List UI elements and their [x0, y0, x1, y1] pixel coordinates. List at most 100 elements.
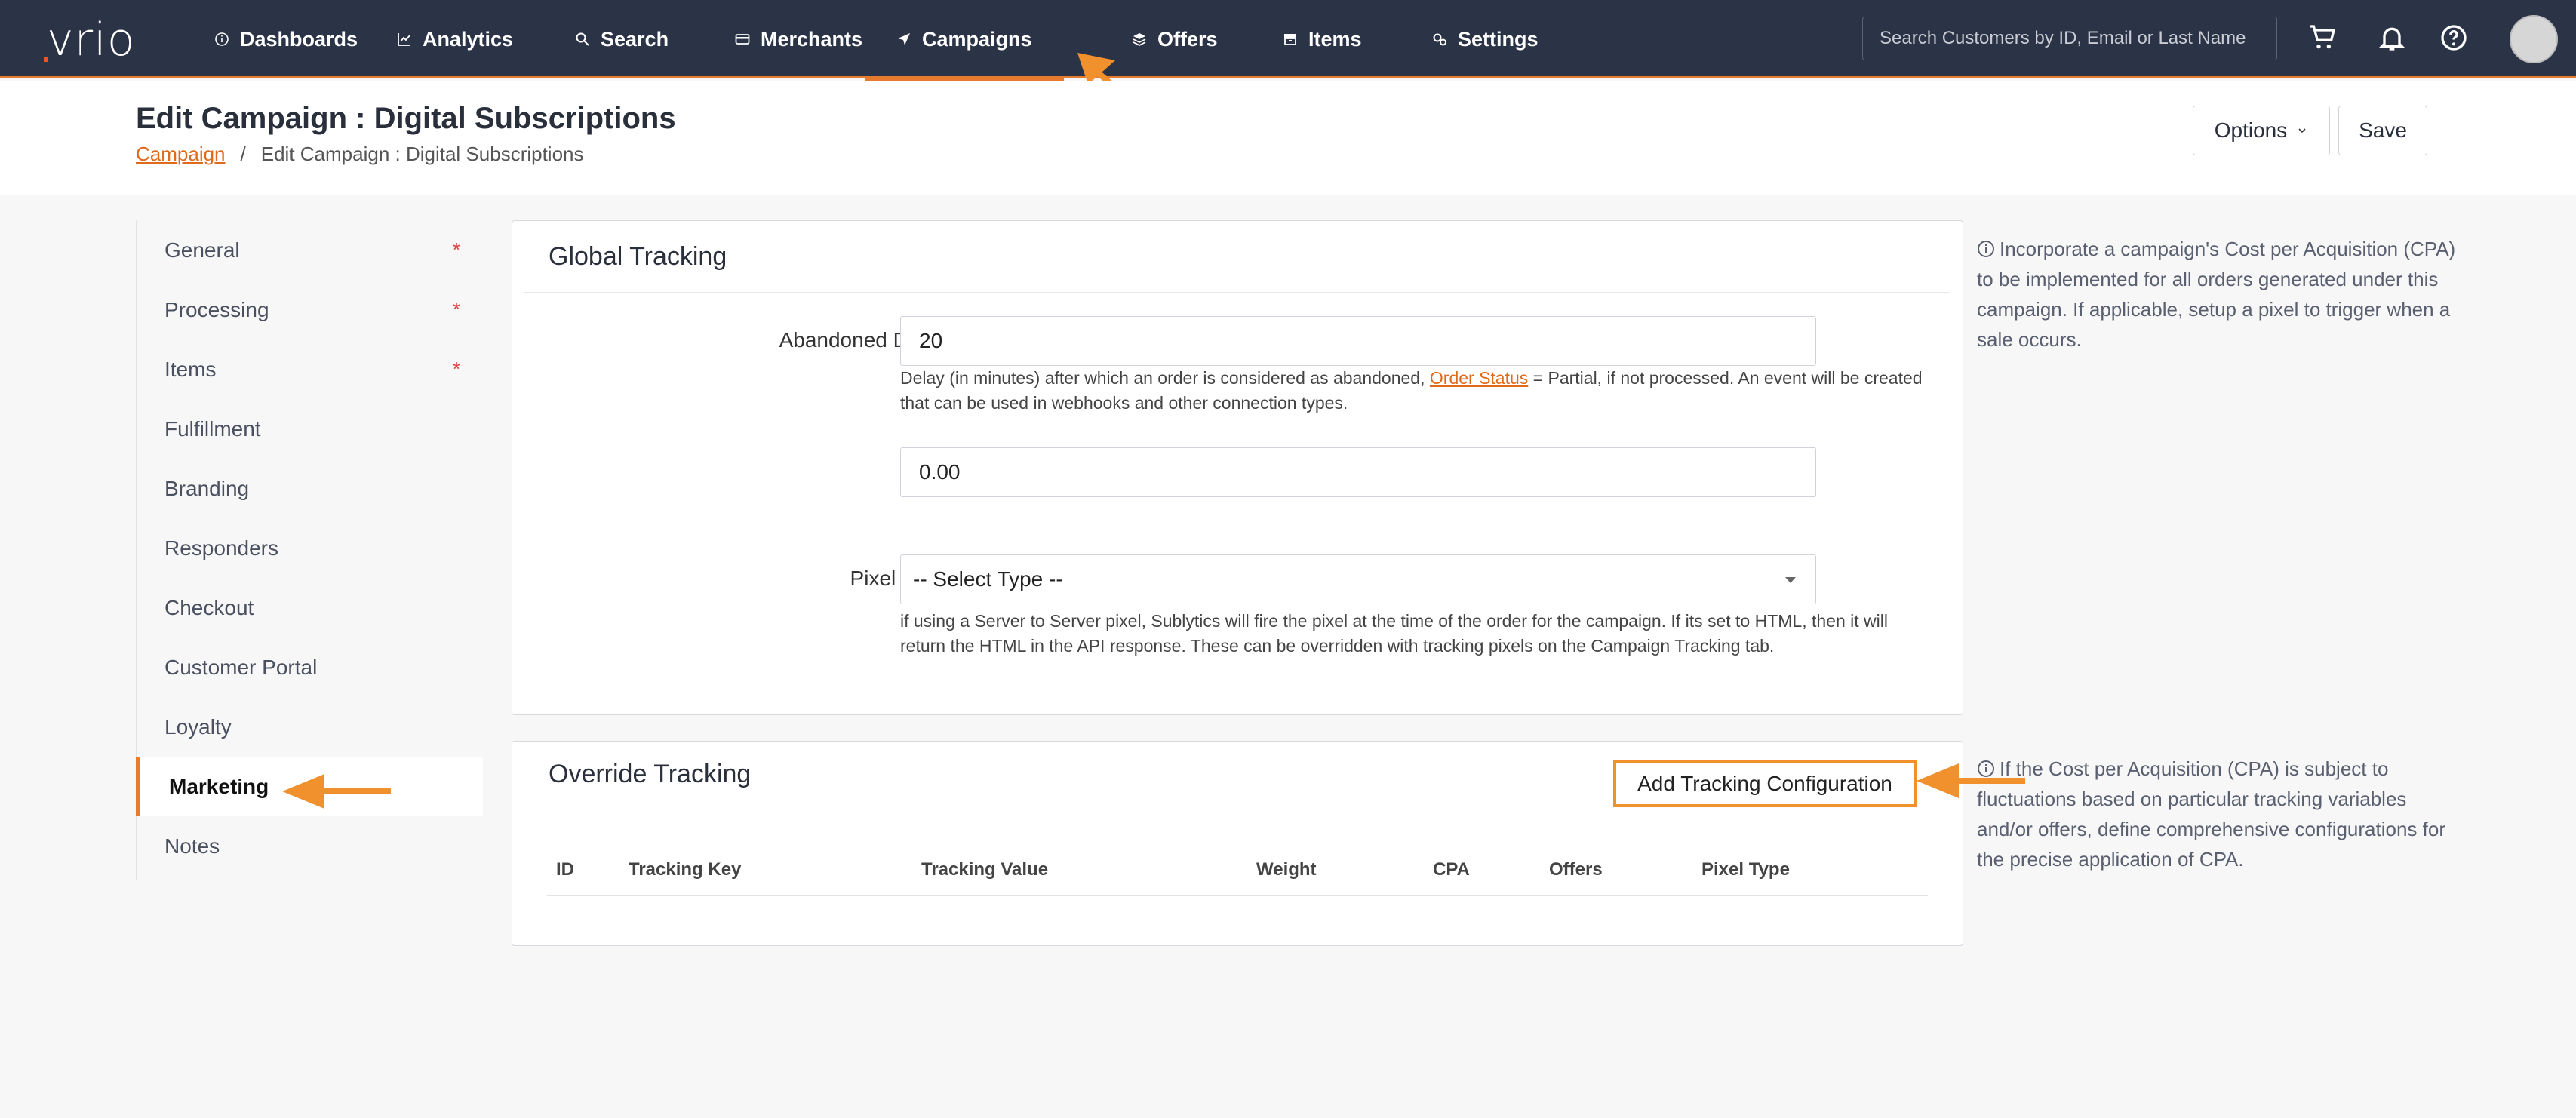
nav-merchants[interactable]: Merchants	[735, 0, 862, 78]
column-header-id[interactable]: ID	[556, 859, 574, 880]
nav-settings[interactable]: Settings	[1432, 0, 1539, 78]
breadcrumb-current: Edit Campaign : Digital Subscriptions	[260, 143, 584, 165]
sidebar-item-label: Items	[164, 357, 217, 381]
top-nav: vrio Dashboards Analytics Search Merchan…	[0, 0, 2576, 81]
caret-down-icon	[1785, 577, 1796, 583]
column-header-weight[interactable]: Weight	[1256, 859, 1317, 880]
options-label: Options	[2214, 118, 2288, 142]
order-status-link[interactable]: Order Status	[1430, 368, 1528, 388]
help-text-before: Delay (in minutes) after which an order …	[900, 368, 1430, 388]
page-title: Edit Campaign : Digital Subscriptions	[136, 102, 676, 135]
sidebar-item-label: General	[164, 238, 240, 262]
column-header-offers[interactable]: Offers	[1549, 859, 1603, 880]
abandoned-delay-help: Delay (in minutes) after which an order …	[900, 366, 1934, 416]
line-chart-icon	[398, 33, 410, 46]
nav-label: Merchants	[761, 27, 863, 51]
sidebar-item-label: Marketing	[169, 774, 269, 798]
nav-label: Campaigns	[922, 27, 1032, 51]
cpa-value: 0.00	[919, 460, 961, 484]
add-tracking-configuration-button[interactable]: Add Tracking Configuration	[1613, 760, 1917, 807]
options-button[interactable]: Options	[2193, 106, 2330, 155]
info-circle-icon	[215, 32, 229, 46]
customer-search-input[interactable]	[1862, 17, 2277, 60]
sidebar-item-processing[interactable]: Processing *	[137, 280, 484, 339]
nav-label: Offers	[1157, 27, 1218, 51]
column-header-cpa[interactable]: CPA	[1433, 859, 1470, 880]
info-circle-icon	[1978, 760, 1994, 777]
nav-label: Search	[601, 27, 669, 51]
override-tracking-info: If the Cost per Acquisition (CPA) is sub…	[1977, 754, 2460, 874]
nav-campaigns[interactable]: Campaigns	[865, 0, 1064, 81]
breadcrumb-separator: /	[240, 143, 246, 165]
nav-label: Dashboards	[240, 27, 358, 51]
sidebar-item-label: Responders	[164, 536, 278, 560]
nav-label: Analytics	[423, 27, 514, 51]
sidebar-item-label: Branding	[164, 476, 250, 500]
pixel-type-select[interactable]: -- Select Type --	[900, 554, 1816, 604]
global-tracking-panel: Global Tracking Abandoned Delay: 20 Dela…	[512, 220, 1963, 715]
card-icon	[735, 34, 750, 45]
breadcrumb-campaign-link[interactable]: Campaign	[136, 143, 226, 165]
sidebar-item-responders[interactable]: Responders	[137, 518, 484, 578]
nav-label: Settings	[1458, 27, 1539, 51]
nav-search[interactable]: Search	[575, 0, 669, 78]
chevron-down-icon	[2298, 128, 2306, 134]
sidebar-item-label: Notes	[164, 834, 220, 858]
search-icon	[576, 32, 589, 46]
save-label: Save	[2359, 118, 2407, 142]
sidebar-item-items[interactable]: Items *	[137, 339, 484, 399]
info-text: If the Cost per Acquisition (CPA) is sub…	[1977, 757, 2445, 871]
sidebar-item-label: Customer Portal	[164, 655, 318, 679]
required-marker: *	[452, 238, 460, 261]
sidebar-item-loyalty[interactable]: Loyalty	[137, 697, 484, 757]
cart-icon[interactable]	[2307, 23, 2338, 53]
send-icon	[898, 33, 910, 45]
required-marker: *	[452, 358, 460, 380]
sidebar-item-general[interactable]: General *	[137, 220, 484, 280]
sidebar-item-label: Fulfillment	[164, 416, 261, 441]
logo-dot	[44, 57, 48, 62]
nav-label: Items	[1308, 27, 1362, 51]
abandoned-delay-value: 20	[919, 329, 943, 352]
sidebar-item-label: Loyalty	[164, 714, 232, 739]
info-text: Incorporate a campaign's Cost per Acquis…	[1977, 238, 2456, 351]
box-icon	[1284, 34, 1296, 45]
layers-icon	[1133, 33, 1146, 47]
breadcrumb: Campaign / Edit Campaign : Digital Subscri…	[136, 143, 584, 166]
nav-analytics[interactable]: Analytics	[397, 0, 513, 78]
add-tracking-label: Add Tracking Configuration	[1637, 772, 1892, 795]
panel-divider	[524, 292, 1950, 293]
avatar[interactable]	[2510, 15, 2558, 63]
sidebar-item-notes[interactable]: Notes	[137, 816, 484, 876]
nav-dashboards[interactable]: Dashboards	[214, 0, 358, 78]
sidebar-item-checkout[interactable]: Checkout	[137, 578, 484, 637]
sidebar-item-label: Checkout	[164, 595, 254, 619]
column-header-pixel-type[interactable]: Pixel Type	[1701, 859, 1790, 880]
save-button[interactable]: Save	[2338, 106, 2427, 155]
cpa-input[interactable]: 0.00	[900, 447, 1816, 497]
column-header-tracking-key[interactable]: Tracking Key	[629, 859, 741, 880]
pixel-type-value: -- Select Type --	[913, 567, 1063, 591]
sidebar-item-branding[interactable]: Branding	[137, 459, 484, 518]
override-tracking-panel: Override Tracking Add Tracking Configura…	[512, 741, 1963, 946]
nav-items[interactable]: Items	[1283, 0, 1362, 78]
global-tracking-title: Global Tracking	[549, 242, 727, 271]
sidebar-item-customer-portal[interactable]: Customer Portal	[137, 637, 484, 697]
annotation-arrow-marketing	[282, 774, 391, 809]
logo-text: vrio	[47, 14, 136, 66]
gears-icon	[1433, 33, 1446, 46]
sidebar-item-label: Processing	[164, 297, 269, 321]
table-header-rule	[547, 895, 1928, 896]
help-icon[interactable]	[2439, 23, 2469, 53]
sidebar-item-fulfillment[interactable]: Fulfillment	[137, 399, 484, 459]
page-header: Edit Campaign : Digital Subscriptions Ca…	[0, 81, 2576, 195]
column-header-tracking-value[interactable]: Tracking Value	[921, 859, 1048, 880]
override-tracking-title: Override Tracking	[549, 760, 752, 788]
pixel-type-help: if using a Server to Server pixel, Subly…	[900, 611, 1888, 656]
abandoned-delay-input[interactable]: 20	[900, 316, 1816, 366]
required-marker: *	[452, 298, 460, 321]
global-tracking-info: Incorporate a campaign's Cost per Acquis…	[1977, 234, 2460, 355]
vrio-logo[interactable]: vrio	[44, 14, 136, 66]
bell-icon[interactable]	[2377, 23, 2407, 53]
info-circle-icon	[1978, 241, 1994, 257]
